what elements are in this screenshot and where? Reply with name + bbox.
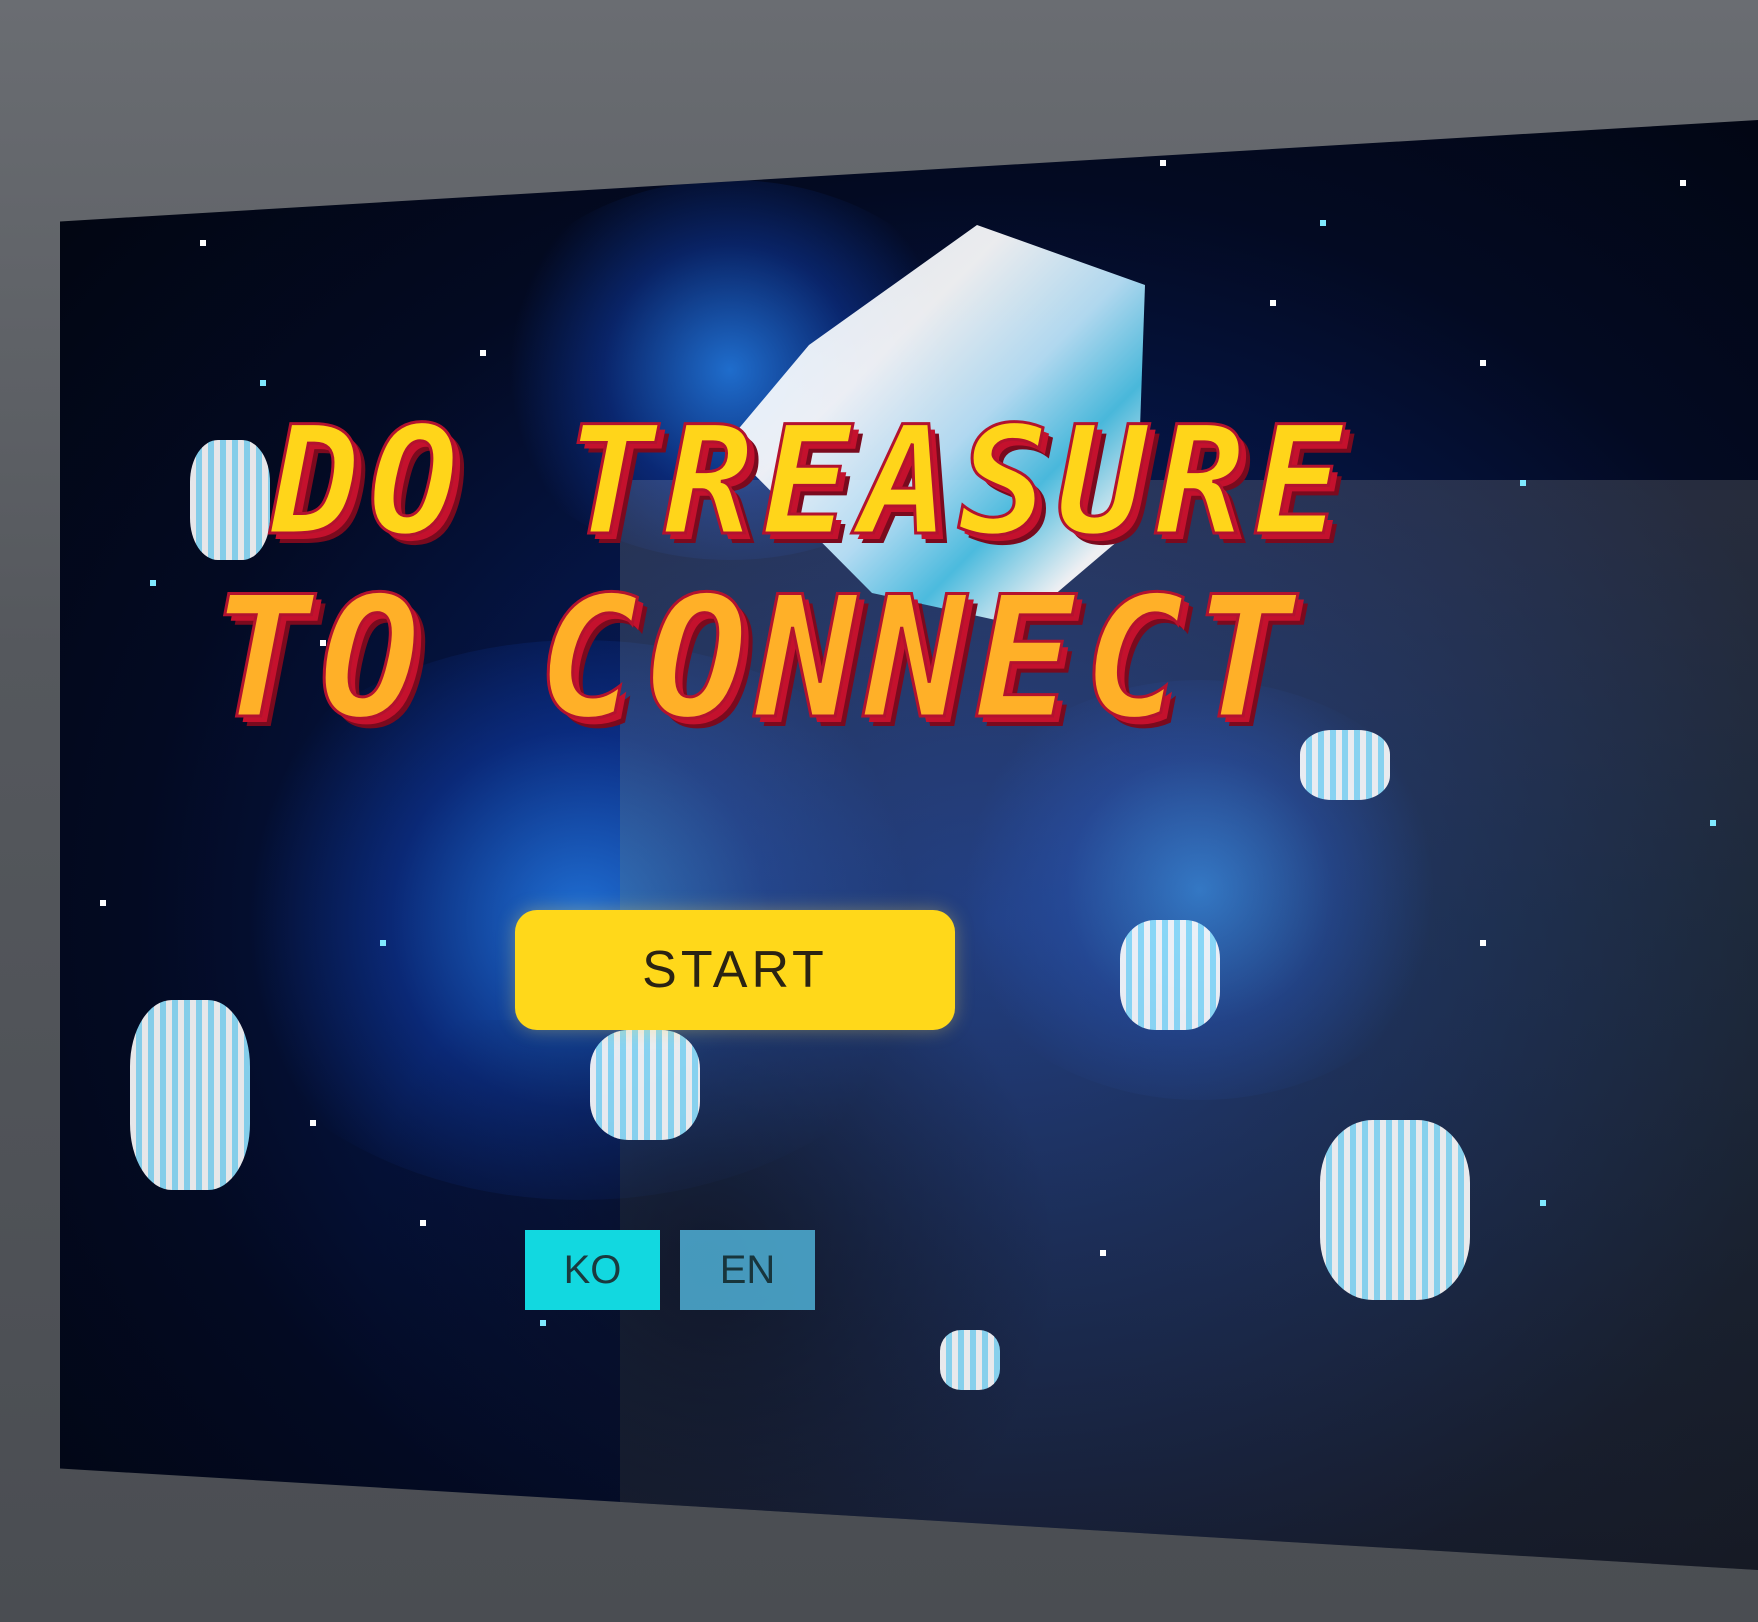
star-icon [420, 1220, 426, 1226]
star-icon [200, 240, 206, 246]
asteroid-icon [1320, 1120, 1470, 1300]
start-button[interactable]: START [515, 910, 955, 1030]
star-icon [1540, 1200, 1546, 1206]
game-screen [60, 120, 1758, 1570]
star-icon [150, 580, 156, 586]
asteroid-icon [940, 1330, 1000, 1390]
asteroid-icon [130, 1000, 250, 1190]
language-ko-button[interactable]: KO [525, 1230, 660, 1310]
star-icon [1160, 160, 1166, 166]
star-icon [1710, 820, 1716, 826]
asteroid-icon [590, 1030, 700, 1140]
star-icon [1480, 940, 1486, 946]
star-icon [540, 1320, 546, 1326]
asteroid-icon [190, 440, 270, 560]
star-icon [310, 1120, 316, 1126]
star-icon [100, 900, 106, 906]
star-icon [1100, 1250, 1106, 1256]
star-icon [1480, 360, 1486, 366]
game-title-line-1: DO TREASURE [269, 394, 1352, 571]
star-icon [1680, 180, 1686, 186]
star-icon [380, 940, 386, 946]
language-en-button[interactable]: EN [680, 1230, 815, 1310]
star-icon [260, 380, 266, 386]
game-title-line-2: TO CONNECT [209, 559, 1302, 758]
star-icon [1270, 300, 1276, 306]
star-icon [480, 350, 486, 356]
star-icon [1320, 220, 1326, 226]
asteroid-icon [1120, 920, 1220, 1030]
